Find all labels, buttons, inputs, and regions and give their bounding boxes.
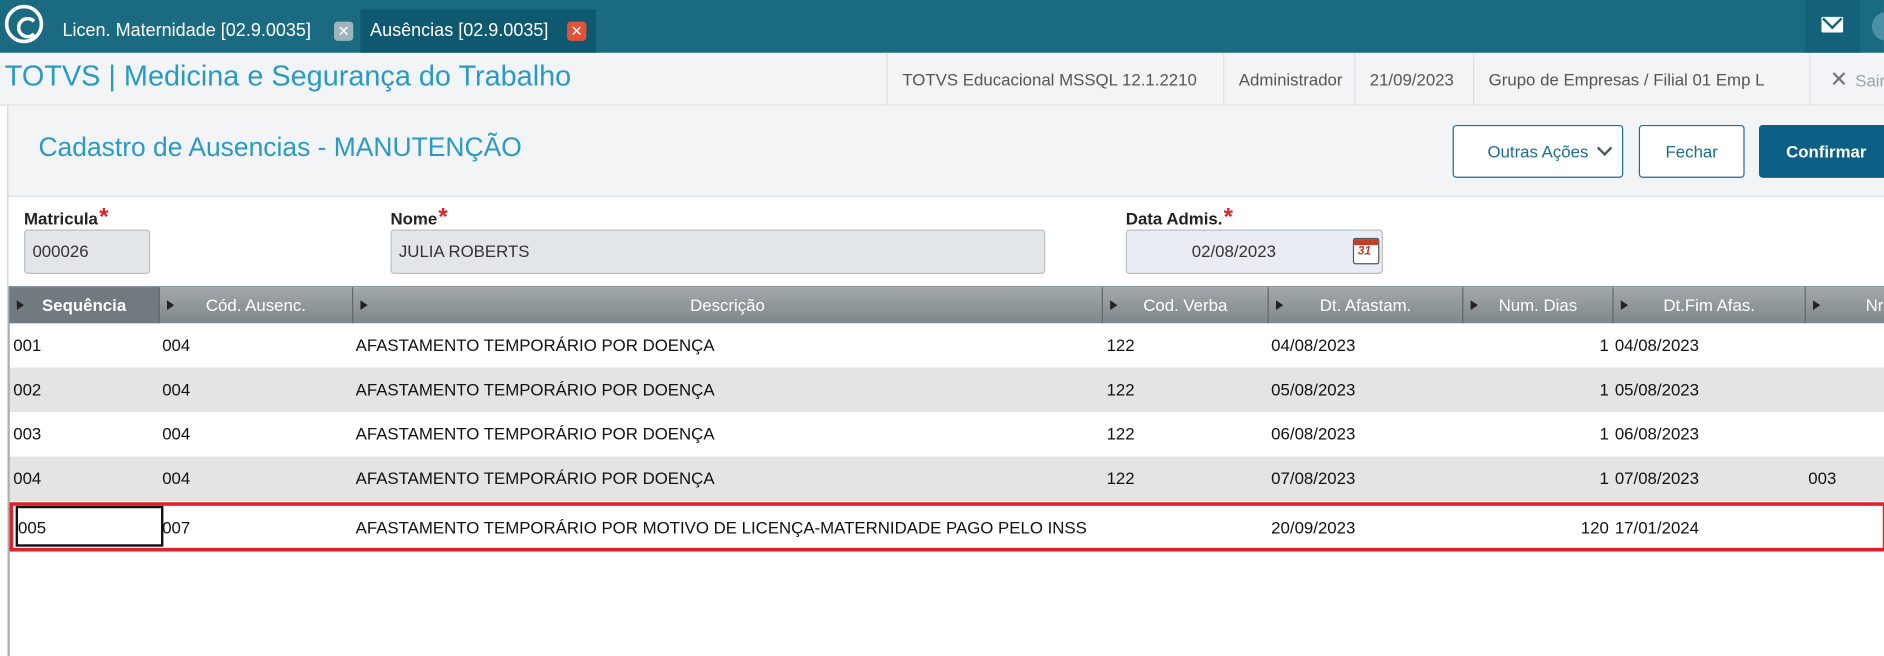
table-cell: 20/09/2023 — [1271, 517, 1356, 538]
table-cell: 04/08/2023 — [1271, 335, 1356, 355]
required-mark: * — [438, 204, 448, 231]
exit-label: Sair — [1855, 70, 1884, 91]
close-tab-icon[interactable]: ✕ — [567, 21, 587, 41]
column-header-descricao[interactable]: Descrição — [353, 287, 1103, 324]
page-content: Cadastro de Ausencias - MANUTENÇÃO Outra… — [7, 105, 1884, 656]
table-cell: 1 — [1599, 424, 1609, 444]
column-header-dt-afastam[interactable]: Dt. Afastam. — [1269, 287, 1464, 324]
sort-arrow-icon — [16, 300, 25, 310]
app-title: TOTVS | Medicina e Segurança do Trabalho — [4, 60, 572, 93]
table-cell: 004 — [13, 468, 42, 488]
table-cell: AFASTAMENTO TEMPORÁRIO POR MOTIVO DE LIC… — [355, 517, 1087, 538]
tab-label: Ausências [02.9.0035] — [370, 20, 549, 41]
table-cell: 004 — [162, 379, 191, 399]
absences-grid: Sequência Cód. Ausenc. Descrição Cod. Ve… — [8, 285, 1884, 656]
user-avatar[interactable] — [1871, 12, 1884, 41]
calendar-icon[interactable]: 31 — [1352, 237, 1380, 265]
tab-licen-maternidade[interactable]: Licen. Maternidade [02.9.0035] ✕ — [53, 10, 361, 53]
table-cell: 001 — [13, 335, 42, 355]
table-cell: 120 — [1580, 517, 1609, 538]
table-cell: 04/08/2023 — [1614, 335, 1700, 355]
totvs-logo-icon[interactable] — [4, 4, 44, 44]
close-icon: ✕ — [1829, 67, 1849, 92]
column-header-num-dias[interactable]: Num. Dias — [1463, 287, 1614, 324]
table-cell: 004 — [162, 468, 191, 488]
table-cell: 1 — [1599, 335, 1609, 355]
exit-button[interactable]: ✕ Sair — [1809, 52, 1884, 106]
sort-arrow-icon — [167, 300, 175, 310]
close-tab-icon[interactable]: ✕ — [334, 21, 354, 41]
sort-arrow-icon — [360, 300, 368, 310]
top-tab-bar: Licen. Maternidade [02.9.0035] ✕ Ausênci… — [0, 0, 1884, 53]
table-cell: 004 — [162, 424, 191, 444]
column-header-cod-ausenc[interactable]: Cód. Ausenc. — [160, 287, 354, 324]
column-header-cod-verba[interactable]: Cod. Verba — [1103, 287, 1269, 324]
table-cell: 05/08/2023 — [1271, 379, 1356, 399]
table-cell: AFASTAMENTO TEMPORÁRIO POR DOENÇA — [355, 335, 715, 355]
data-admis-label: Data Admis.* — [1125, 204, 1233, 231]
nome-label: Nome* — [390, 204, 448, 231]
environment-info: TOTVS Educacional MSSQL 12.1.2210 — [886, 52, 1212, 106]
page-header: Cadastro de Ausencias - MANUTENÇÃO Outra… — [8, 105, 1884, 198]
app-window: Licen. Maternidade [02.9.0035] ✕ Ausênci… — [0, 0, 1884, 656]
table-cell: AFASTAMENTO TEMPORÁRIO POR DOENÇA — [355, 379, 715, 399]
sort-arrow-icon — [1813, 300, 1821, 310]
matricula-label: Matricula* — [24, 204, 109, 231]
table-cell: 004 — [162, 335, 191, 355]
data-admis-field[interactable]: 02/08/2023 — [1125, 229, 1383, 274]
date-info: 21/09/2023 — [1354, 52, 1468, 106]
table-cell: AFASTAMENTO TEMPORÁRIO POR DOENÇA — [355, 424, 715, 444]
table-cell: 122 — [1106, 424, 1135, 444]
table-cell: 07/08/2023 — [1271, 468, 1356, 488]
required-mark: * — [1223, 204, 1233, 231]
table-cell: 1 — [1599, 468, 1609, 488]
column-header-dt-fim-afas[interactable]: Dt.Fim Afas. — [1614, 287, 1806, 324]
matricula-field[interactable]: 000026 — [24, 229, 151, 274]
sort-arrow-icon — [1620, 300, 1629, 310]
confirm-button[interactable]: Confirmar — [1758, 124, 1884, 178]
column-header-nr-s[interactable]: Nr.S — [1806, 287, 1884, 323]
required-mark: * — [99, 204, 109, 231]
tab-ausencias[interactable]: Ausências [02.9.0035] ✕ — [360, 9, 596, 53]
table-row[interactable]: 001 004 AFASTAMENTO TEMPORÁRIO POR DOENÇ… — [10, 323, 1884, 367]
table-row[interactable]: 004 004 AFASTAMENTO TEMPORÁRIO POR DOENÇ… — [9, 456, 1884, 502]
table-cell: AFASTAMENTO TEMPORÁRIO POR DOENÇA — [355, 468, 715, 488]
tab-label: Licen. Maternidade [02.9.0035] — [62, 20, 311, 41]
close-button[interactable]: Fechar — [1638, 124, 1745, 178]
nome-field[interactable]: JULIA ROBERTS — [390, 229, 1046, 274]
company-info: Grupo de Empresas / Filial 01 Emp L — [1473, 52, 1779, 106]
table-cell: 122 — [1106, 335, 1135, 355]
other-actions-button[interactable]: Outras Ações — [1452, 124, 1624, 178]
table-cell: 122 — [1106, 468, 1135, 488]
sort-arrow-icon — [1275, 300, 1284, 310]
mail-button[interactable] — [1804, 0, 1860, 53]
app-header: TOTVS | Medicina e Segurança do Trabalho… — [0, 52, 1884, 106]
page-title: Cadastro de Ausencias - MANUTENÇÃO — [38, 132, 522, 163]
table-row-highlighted[interactable]: 005 007 AFASTAMENTO TEMPORÁRIO POR MOTIV… — [9, 502, 1884, 552]
table-row[interactable]: 002 004 AFASTAMENTO TEMPORÁRIO POR DOENÇ… — [9, 367, 1884, 413]
table-cell: 003 — [13, 424, 42, 444]
table-cell: 002 — [13, 379, 42, 399]
other-actions-label: Outras Ações — [1487, 141, 1589, 162]
table-cell: 07/08/2023 — [1614, 468, 1700, 488]
table-row[interactable]: 003 004 AFASTAMENTO TEMPORÁRIO POR DOENÇ… — [10, 412, 1884, 456]
table-cell: 06/08/2023 — [1614, 424, 1700, 444]
table-cell: 122 — [1106, 379, 1135, 399]
sort-arrow-icon — [1110, 300, 1118, 310]
user-info: Administrador — [1223, 52, 1357, 106]
table-cell: 05/08/2023 — [1614, 379, 1700, 399]
sort-arrow-icon — [1470, 300, 1478, 310]
table-cell: 06/08/2023 — [1271, 424, 1356, 444]
table-cell: 1 — [1599, 379, 1609, 399]
column-header-sequencia[interactable]: Sequência — [9, 287, 160, 324]
table-cell: 003 — [1808, 468, 1837, 488]
table-cell: 007 — [162, 517, 191, 538]
table-cell: 005 — [18, 517, 47, 538]
chevron-down-icon — [1596, 140, 1613, 157]
mail-icon — [1821, 16, 1844, 33]
table-cell: 17/01/2024 — [1614, 517, 1700, 538]
grid-header: Sequência Cód. Ausenc. Descrição Cod. Ve… — [9, 287, 1884, 324]
